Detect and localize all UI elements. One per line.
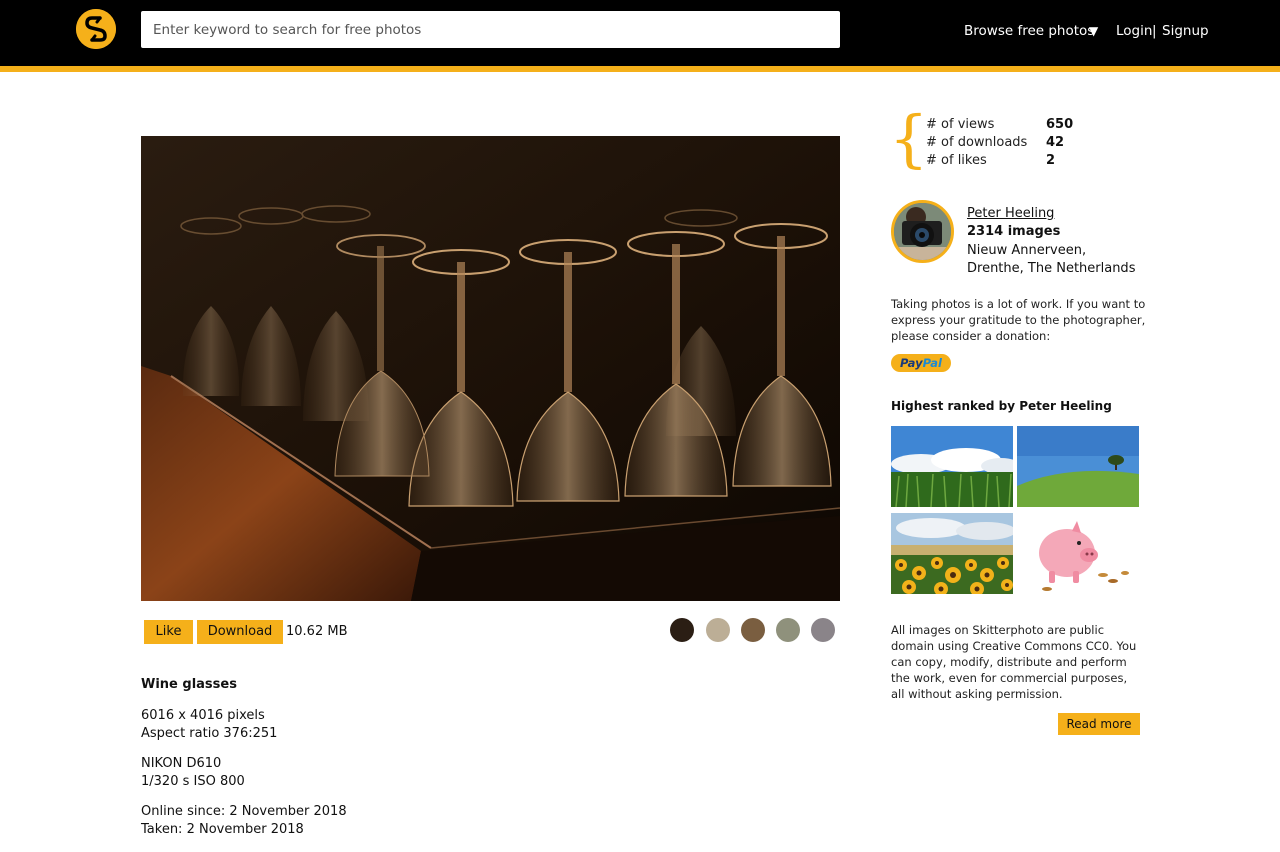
color-swatch[interactable] bbox=[811, 618, 835, 642]
ranked-thumbnail-tree-hill[interactable] bbox=[1017, 426, 1139, 507]
nav-separator: | bbox=[1152, 23, 1157, 39]
search-input[interactable] bbox=[141, 11, 840, 48]
file-size: 10.62 MB bbox=[286, 624, 348, 639]
color-swatch[interactable] bbox=[741, 618, 765, 642]
views-value: 650 bbox=[1046, 117, 1074, 132]
brace-decoration: { bbox=[889, 102, 929, 175]
signup-link[interactable]: Signup bbox=[1162, 22, 1209, 40]
photo-aspect-ratio: Aspect ratio 376:251 bbox=[141, 726, 278, 741]
color-swatch[interactable] bbox=[776, 618, 800, 642]
header-accent-stripe bbox=[0, 66, 1280, 72]
taken-date: Taken: 2 November 2018 bbox=[141, 822, 304, 837]
like-button[interactable]: Like bbox=[144, 620, 193, 644]
ranked-thumbnail-cornfield[interactable] bbox=[891, 426, 1013, 507]
read-more-button[interactable]: Read more bbox=[1058, 713, 1140, 735]
download-button[interactable]: Download bbox=[197, 620, 283, 644]
ranked-thumbnail-piggy-bank[interactable] bbox=[1017, 513, 1139, 594]
ranked-thumbnail-sunflowers[interactable] bbox=[891, 513, 1013, 594]
browse-free-photos-menu[interactable]: Browse free photos bbox=[964, 22, 1094, 40]
highest-ranked-title: Highest ranked by Peter Heeling bbox=[891, 399, 1112, 413]
main-photo[interactable] bbox=[141, 136, 840, 601]
caret-down-icon[interactable]: ▼ bbox=[1089, 22, 1098, 40]
author-name-link[interactable]: Peter Heeling bbox=[967, 206, 1054, 221]
author-location: Nieuw Annerveen, Drenthe, The Netherland… bbox=[967, 243, 1136, 276]
author-image-count: 2314 images bbox=[967, 224, 1061, 239]
camera-model: NIKON D610 bbox=[141, 756, 222, 771]
login-link[interactable]: Login bbox=[1116, 22, 1152, 40]
downloads-value: 42 bbox=[1046, 135, 1065, 150]
exposure-settings: 1/320 s ISO 800 bbox=[141, 774, 245, 789]
paypal-pal-text: Pal bbox=[922, 356, 942, 370]
online-since: Online since: 2 November 2018 bbox=[141, 804, 347, 819]
likes-label: # of likes bbox=[926, 153, 987, 168]
paypal-button[interactable]: PayPal bbox=[891, 354, 951, 372]
views-label: # of views bbox=[926, 117, 995, 132]
skitterphoto-logo-icon[interactable] bbox=[76, 9, 116, 49]
downloads-label: # of downloads bbox=[926, 135, 1028, 150]
color-swatch[interactable] bbox=[670, 618, 694, 642]
color-swatch[interactable] bbox=[706, 618, 730, 642]
photo-title: Wine glasses bbox=[141, 677, 237, 692]
likes-value: 2 bbox=[1046, 153, 1056, 168]
author-avatar[interactable] bbox=[891, 200, 954, 263]
paypal-pay-text: Pay bbox=[899, 356, 923, 370]
photo-dimensions: 6016 x 4016 pixels bbox=[141, 708, 265, 723]
license-text: All images on Skitterphoto are public do… bbox=[891, 623, 1137, 701]
donation-text: Taking photos is a lot of work. If you w… bbox=[891, 297, 1146, 343]
